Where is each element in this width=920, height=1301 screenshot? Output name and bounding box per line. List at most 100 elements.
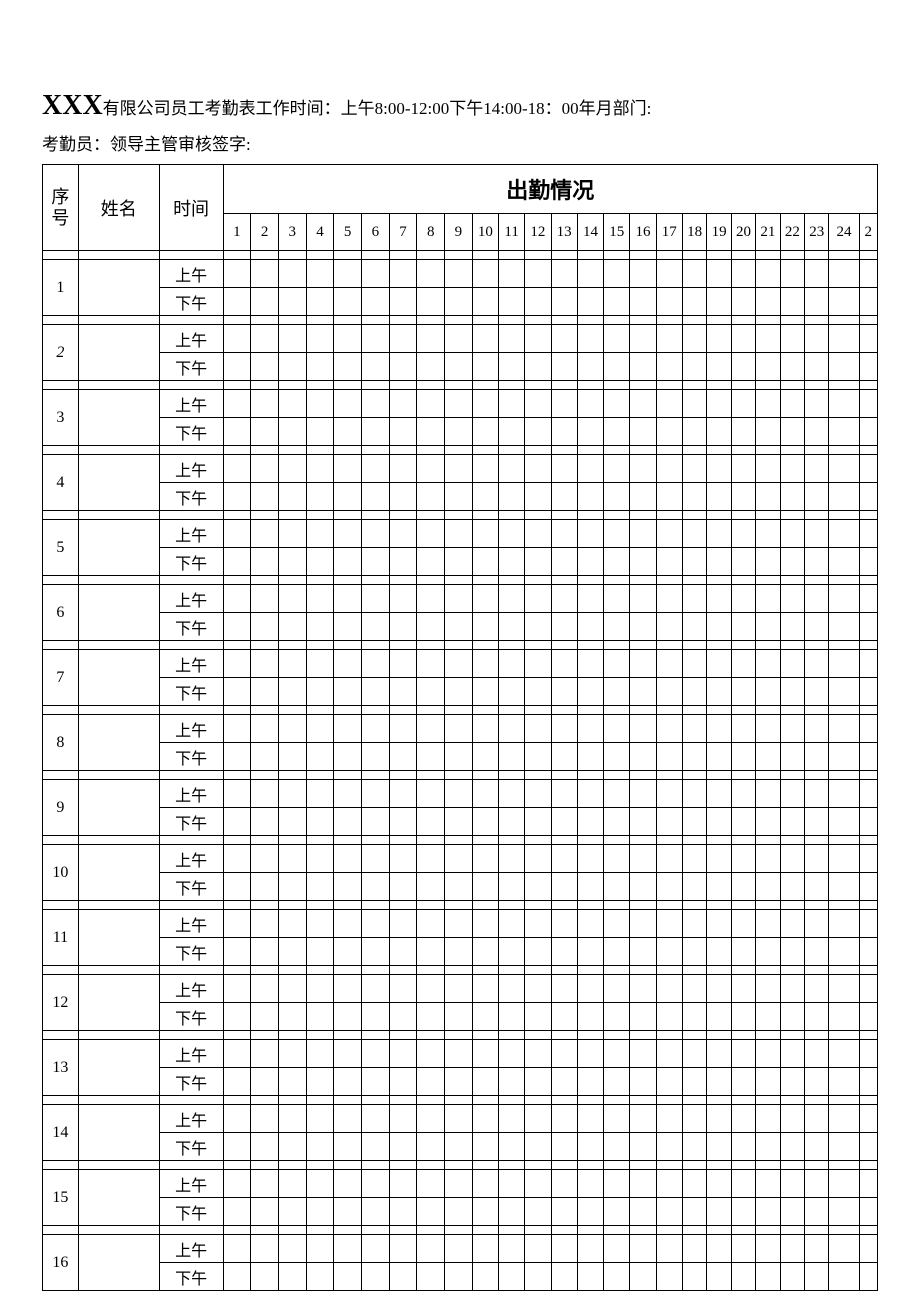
attendance-cell (656, 325, 682, 353)
attendance-cell (829, 613, 859, 641)
attendance-cell (731, 288, 755, 316)
attendance-cell (859, 483, 878, 511)
attendance-cell (499, 780, 525, 808)
attendance-cell (251, 938, 279, 966)
attendance-cell (525, 1263, 551, 1291)
attendance-cell (389, 715, 417, 743)
attendance-cell (577, 1068, 603, 1096)
attendance-cell (731, 743, 755, 771)
attendance-cell (859, 390, 878, 418)
attendance-cell (604, 325, 630, 353)
attendance-cell (278, 1105, 306, 1133)
gap-row (43, 316, 878, 325)
attendance-cell (551, 873, 577, 901)
attendance-cell (551, 650, 577, 678)
attendance-cell (780, 1068, 804, 1096)
attendance-cell (223, 1235, 251, 1263)
attendance-cell (223, 910, 251, 938)
attendance-cell (805, 548, 829, 576)
attendance-cell (731, 910, 755, 938)
attendance-cell (707, 1040, 731, 1068)
name-cell (78, 1170, 159, 1226)
attendance-cell (707, 260, 731, 288)
table-row: 下午 (43, 808, 878, 836)
attendance-cell (251, 715, 279, 743)
gap-row (43, 641, 878, 650)
day-header: 11 (499, 214, 525, 251)
attendance-cell (731, 418, 755, 446)
attendance-cell (334, 418, 362, 446)
attendance-cell (472, 548, 498, 576)
attendance-cell (604, 1198, 630, 1226)
attendance-cell (577, 650, 603, 678)
table-row: 1上午 (43, 260, 878, 288)
attendance-cell (361, 873, 389, 901)
attendance-cell (417, 715, 445, 743)
table-row: 6上午 (43, 585, 878, 613)
attendance-cell (389, 585, 417, 613)
attendance-cell (361, 613, 389, 641)
table-row: 8上午 (43, 715, 878, 743)
attendance-cell (361, 548, 389, 576)
attendance-cell (805, 260, 829, 288)
attendance-cell (499, 613, 525, 641)
attendance-cell (278, 455, 306, 483)
attendance-cell (525, 1068, 551, 1096)
attendance-cell (278, 1068, 306, 1096)
attendance-cell (499, 1133, 525, 1161)
attendance-cell (577, 1198, 603, 1226)
table-row: 下午 (43, 938, 878, 966)
attendance-cell (604, 1263, 630, 1291)
attendance-cell (278, 808, 306, 836)
attendance-cell (829, 975, 859, 1003)
attendance-cell (223, 613, 251, 641)
attendance-cell (780, 353, 804, 381)
attendance-cell (756, 1133, 780, 1161)
attendance-cell (334, 1263, 362, 1291)
attendance-cell (499, 1170, 525, 1198)
attendance-cell (361, 1040, 389, 1068)
attendance-cell (278, 613, 306, 641)
attendance-cell (306, 483, 334, 511)
table-row: 15上午 (43, 1170, 878, 1198)
attendance-cell (859, 873, 878, 901)
attendance-cell (499, 1040, 525, 1068)
attendance-cell (829, 845, 859, 873)
attendance-cell (707, 548, 731, 576)
attendance-cell (707, 585, 731, 613)
attendance-cell (604, 678, 630, 706)
attendance-cell (417, 325, 445, 353)
attendance-cell (417, 780, 445, 808)
attendance-cell (525, 1040, 551, 1068)
attendance-cell (780, 975, 804, 1003)
attendance-cell (445, 390, 473, 418)
day-header: 15 (604, 214, 630, 251)
attendance-cell (334, 650, 362, 678)
attendance-cell (223, 715, 251, 743)
attendance-cell (334, 873, 362, 901)
attendance-cell (223, 548, 251, 576)
attendance-cell (334, 1170, 362, 1198)
attendance-cell (577, 808, 603, 836)
attendance-cell (756, 325, 780, 353)
day-header: 21 (756, 214, 780, 251)
attendance-cell (251, 483, 279, 511)
attendance-cell (859, 743, 878, 771)
attendance-cell (389, 548, 417, 576)
attendance-cell (306, 325, 334, 353)
attendance-cell (656, 585, 682, 613)
attendance-cell (829, 1170, 859, 1198)
attendance-cell (306, 260, 334, 288)
attendance-cell (334, 455, 362, 483)
attendance-cell (805, 743, 829, 771)
attendance-cell (306, 975, 334, 1003)
attendance-cell (604, 715, 630, 743)
attendance-cell (780, 873, 804, 901)
attendance-cell (731, 260, 755, 288)
attendance-cell (731, 845, 755, 873)
attendance-cell (805, 1040, 829, 1068)
attendance-cell (306, 938, 334, 966)
attendance-cell (361, 1105, 389, 1133)
attendance-cell (756, 1263, 780, 1291)
attendance-cell (472, 1263, 498, 1291)
